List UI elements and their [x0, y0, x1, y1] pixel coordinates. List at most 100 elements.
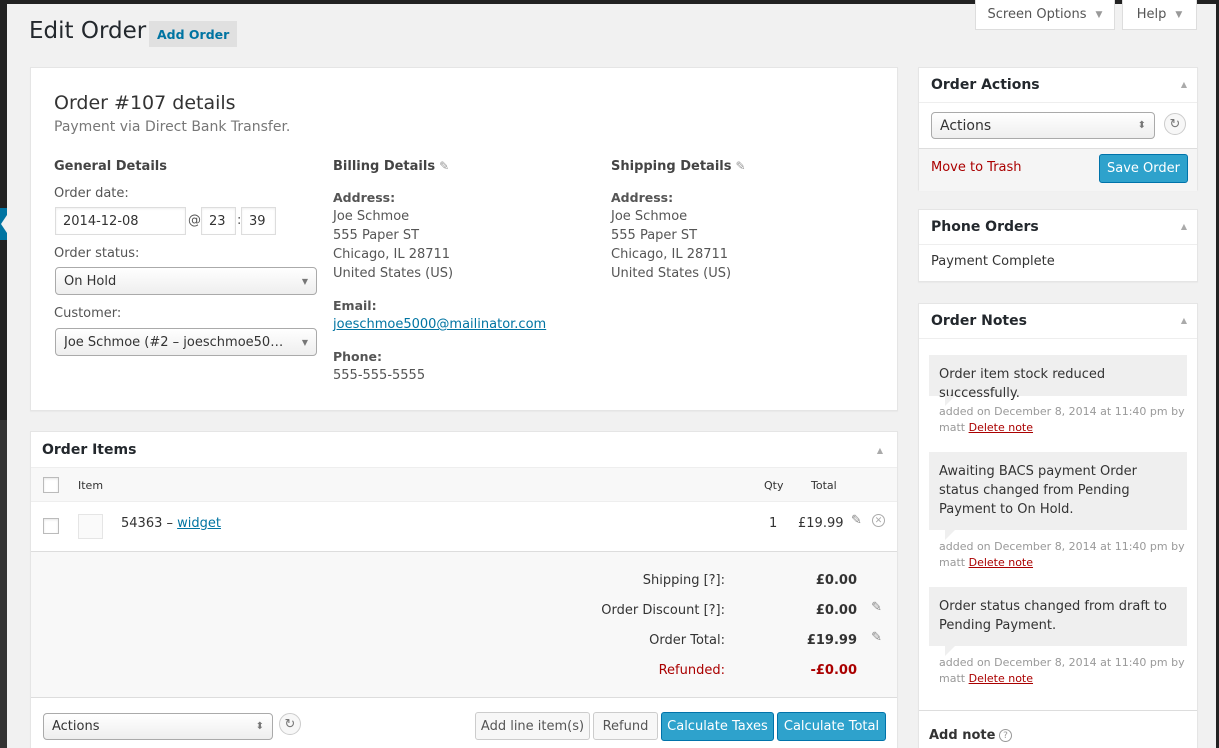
order-total-label: Order Total:	[649, 633, 725, 648]
order-hour-input[interactable]: 23	[201, 207, 236, 235]
customer-value: Joe Schmoe (#2 – joeschmoe5000@mailinato…	[64, 334, 290, 350]
menu-arrow-icon	[1, 215, 7, 233]
note-bubble: Order status changed from draft to Pendi…	[929, 587, 1187, 656]
dropdown-arrow-icon: ▼	[301, 338, 308, 347]
help-button[interactable]: Help ▼	[1122, 0, 1197, 30]
caret-down-icon: ▼	[1095, 9, 1103, 20]
delete-item-icon[interactable]: ✕	[872, 514, 885, 527]
bulk-actions-value: Actions	[52, 719, 100, 734]
shipping-address-label: Address:	[611, 190, 674, 205]
apply-refresh-icon[interactable]: ↻	[279, 713, 301, 735]
add-line-items-button[interactable]: Add line item(s)	[475, 712, 590, 740]
item-link[interactable]: widget	[177, 516, 221, 531]
edit-shipping-pencil-icon[interactable]: ✎	[735, 159, 745, 173]
notes-divider	[919, 710, 1197, 711]
billing-address-label: Address:	[333, 190, 396, 205]
order-heading: Order #107 details	[54, 92, 236, 114]
billing-phone-label: Phone:	[333, 349, 383, 364]
add-order-button[interactable]: Add Order	[149, 21, 238, 47]
move-to-trash-link[interactable]: Move to Trash	[931, 160, 1022, 175]
item-total: £19.99	[798, 516, 844, 531]
at-separator: @	[188, 213, 201, 228]
page-title: Edit Order	[29, 18, 147, 44]
note-bubble: Awaiting BACS payment Order status chang…	[929, 452, 1187, 540]
order-items-header: Order Items ▲	[31, 432, 897, 468]
delete-note-link[interactable]: Delete note	[969, 672, 1033, 685]
billing-address-line: Joe Schmoe	[333, 209, 410, 224]
refund-button[interactable]: Refund	[593, 712, 658, 740]
edit-billing-pencil-icon[interactable]: ✎	[439, 159, 449, 173]
order-totals-section: Shipping [?]: £0.00 Order Discount [?]: …	[31, 552, 897, 698]
order-actions-header: Order Actions ▲	[919, 68, 1197, 103]
shipping-address-line: United States (US)	[611, 266, 732, 281]
screen-options-button[interactable]: Screen Options ▼	[975, 0, 1115, 30]
calculate-total-button[interactable]: Calculate Total	[777, 712, 886, 741]
refunded-label: Refunded:	[658, 663, 725, 678]
shipping-details-title: Shipping Details ✎	[611, 159, 746, 174]
order-minute-input[interactable]: 39	[241, 207, 276, 235]
col-total: Total	[811, 479, 837, 492]
order-actions-footer: Move to Trash Save Order	[919, 148, 1197, 191]
order-status-select[interactable]: On Hold ▼	[55, 267, 317, 295]
order-total-value: £19.99	[806, 633, 857, 648]
items-table-header: Item Qty Total	[31, 468, 897, 502]
shipping-address-line: 555 Paper ST	[611, 228, 698, 243]
delete-note-link[interactable]: Delete note	[969, 556, 1033, 569]
bulk-actions-select[interactable]: Actions ⬍	[43, 713, 273, 740]
order-items-title: Order Items	[42, 442, 137, 458]
delete-note-link[interactable]: Delete note	[969, 421, 1033, 434]
edit-item-pencil-icon[interactable]: ✎	[851, 513, 862, 528]
screen-options-label: Screen Options	[987, 7, 1087, 22]
customer-select[interactable]: Joe Schmoe (#2 – joeschmoe5000@mailinato…	[55, 328, 317, 356]
select-arrows-icon: ⬍	[255, 721, 264, 732]
caret-down-icon: ▼	[1175, 9, 1183, 20]
billing-details-title: Billing Details ✎	[333, 159, 449, 174]
apply-action-refresh-icon[interactable]: ↻	[1164, 113, 1186, 135]
item-thumbnail	[78, 514, 103, 539]
discount-value: £0.00	[815, 603, 857, 618]
order-status-value: On Hold	[64, 273, 117, 289]
item-sku: 54363 –	[121, 516, 173, 531]
billing-email-link[interactable]: joeschmoe5000@mailinator.com	[333, 317, 546, 332]
shipping-address: Joe Schmoe 555 Paper ST Chicago, IL 2871…	[611, 207, 731, 283]
order-details-panel: Order #107 details Payment via Direct Ba…	[30, 67, 898, 411]
item-name: 54363 – widget	[121, 516, 221, 531]
order-actions-title: Order Actions	[931, 77, 1040, 93]
collapse-toggle-icon[interactable]: ▲	[1181, 80, 1187, 89]
row-checkbox[interactable]	[43, 518, 59, 534]
collapse-toggle-icon[interactable]: ▲	[1181, 316, 1187, 325]
payment-method: Payment via Direct Bank Transfer.	[54, 119, 291, 135]
billing-title-text: Billing Details	[333, 159, 436, 174]
shipping-address-line: Joe Schmoe	[611, 209, 688, 224]
note-meta: added on December 8, 2014 at 11:40 pm by…	[939, 539, 1189, 571]
billing-address-line: Chicago, IL 28711	[333, 247, 451, 262]
note-bubble: Order item stock reduced successfully.	[929, 355, 1187, 406]
calculate-taxes-button[interactable]: Calculate Taxes	[661, 712, 774, 741]
order-notes-panel: Order Notes ▲ Order item stock reduced s…	[918, 303, 1198, 748]
admin-menu-edge	[0, 0, 7, 748]
note-meta: added on December 8, 2014 at 11:40 pm by…	[939, 655, 1189, 687]
order-action-select[interactable]: Actions ⬍	[931, 112, 1155, 139]
billing-address-line: United States (US)	[333, 266, 454, 281]
order-notes-title: Order Notes	[931, 313, 1027, 329]
note-meta: added on December 8, 2014 at 11:40 pm by…	[939, 404, 1189, 436]
edit-discount-pencil-icon[interactable]: ✎	[871, 600, 882, 615]
collapse-toggle-icon[interactable]: ▲	[1181, 222, 1187, 231]
order-date-label: Order date:	[54, 186, 129, 201]
order-date-input[interactable]: 2014-12-08	[55, 207, 186, 235]
save-order-button[interactable]: Save Order	[1099, 154, 1188, 183]
order-status-label: Order status:	[54, 246, 140, 261]
phone-orders-header: Phone Orders ▲	[919, 210, 1197, 245]
customer-label: Customer:	[54, 306, 122, 321]
general-details-title: General Details	[54, 159, 167, 174]
billing-phone: 555-555-5555	[333, 368, 426, 383]
col-item: Item	[78, 479, 104, 492]
select-all-checkbox[interactable]	[43, 477, 59, 493]
shipping-title-text: Shipping Details	[611, 159, 732, 174]
table-row: 54363 – widget 1 £19.99 ✎ ✕	[31, 502, 897, 552]
edit-total-pencil-icon[interactable]: ✎	[871, 630, 882, 645]
help-tip-icon[interactable]: ?	[999, 729, 1012, 742]
order-actions-panel: Order Actions ▲ Actions ⬍ ↻ Move to Tras…	[918, 67, 1198, 191]
billing-email-label: Email:	[333, 298, 377, 313]
collapse-toggle-icon[interactable]: ▲	[877, 446, 883, 455]
